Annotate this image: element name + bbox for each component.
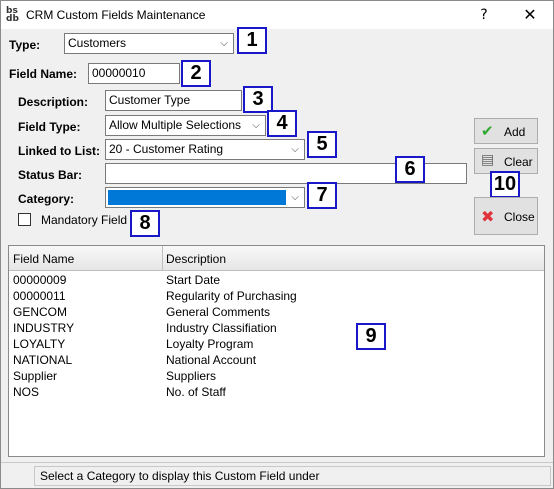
status-bar: Select a Category to display this Custom… <box>1 462 553 488</box>
linked-to-list-value: 20 - Customer Rating <box>109 142 224 156</box>
app-icon: bs db <box>6 6 19 24</box>
column-header-field-name[interactable]: Field Name <box>13 252 74 266</box>
description-label: Description: <box>18 95 89 109</box>
field-name-cell: 00000009 <box>13 273 67 287</box>
description-cell: Regularity of Purchasing <box>166 289 297 303</box>
grid-header: Field Name Description <box>9 246 544 271</box>
category-selection <box>108 190 286 205</box>
check-icon: ✔ <box>481 122 494 140</box>
help-button[interactable]: ? <box>461 1 507 29</box>
description-cell: General Comments <box>166 305 271 319</box>
custom-fields-grid[interactable]: Field Name Description 00000009 Start Da… <box>8 245 545 457</box>
close-button[interactable]: ✖ Close <box>474 197 538 235</box>
description-cell: Loyalty Program <box>166 337 254 351</box>
table-row[interactable]: 00000009 Start Date <box>9 272 544 288</box>
category-combo[interactable]: ⌵ <box>105 187 305 208</box>
window-title: CRM Custom Fields Maintenance <box>26 8 206 22</box>
description-cell: No. of Staff <box>166 385 226 399</box>
annotation-badge-10: 10 <box>490 171 520 198</box>
add-button-label: Add <box>504 125 526 139</box>
field-name-cell: NOS <box>13 385 40 399</box>
field-type-value: Allow Multiple Selections <box>109 118 242 132</box>
field-name-cell: NATIONAL <box>13 353 73 367</box>
close-icon: ✖ <box>481 207 495 226</box>
clear-icon: ▤ <box>481 152 495 168</box>
type-combo[interactable]: Customers ⌵ <box>64 33 234 54</box>
field-name-cell: GENCOM <box>13 305 67 319</box>
chevron-down-icon[interactable]: ⌵ <box>250 116 262 135</box>
description-cell: National Account <box>166 353 257 367</box>
type-label: Type: <box>9 38 41 52</box>
field-type-combo[interactable]: Allow Multiple Selections ⌵ <box>105 115 266 136</box>
annotation-badge-6: 6 <box>395 156 425 183</box>
field-name-cell: INDUSTRY <box>13 321 75 335</box>
table-row[interactable]: LOYALTY Loyalty Program <box>9 336 544 352</box>
crm-custom-fields-window: bs db CRM Custom Fields Maintenance ? ✕ T… <box>0 0 554 489</box>
chevron-down-icon[interactable]: ⌵ <box>218 34 230 53</box>
annotation-badge-8: 8 <box>130 210 160 237</box>
annotation-badge-9: 9 <box>356 323 386 350</box>
table-row[interactable]: Supplier Suppliers <box>9 368 544 384</box>
add-button[interactable]: ✔ Add <box>474 118 538 144</box>
mandatory-field-label[interactable]: Mandatory Field <box>41 213 127 227</box>
description-cell: Industry Classifiation <box>166 321 277 335</box>
description-cell: Suppliers <box>166 369 217 383</box>
field-name-label: Field Name: <box>9 67 78 81</box>
table-row[interactable]: NOS No. of Staff <box>9 384 544 400</box>
chevron-down-icon[interactable]: ⌵ <box>289 140 301 159</box>
column-header-description[interactable]: Description <box>166 252 226 266</box>
description-input[interactable]: Customer Type <box>105 90 242 111</box>
type-value: Customers <box>68 36 127 50</box>
field-name-input[interactable]: 00000010 <box>88 63 180 84</box>
table-row[interactable]: NATIONAL National Account <box>9 352 544 368</box>
clear-button-label: Clear <box>504 155 533 169</box>
title-bar: bs db CRM Custom Fields Maintenance ? ✕ <box>1 1 553 29</box>
table-row[interactable]: 00000011 Regularity of Purchasing <box>9 288 544 304</box>
close-button-label: Close <box>504 210 535 224</box>
field-type-label: Field Type: <box>18 120 81 134</box>
column-divider[interactable] <box>162 246 163 271</box>
description-cell: Start Date <box>166 273 221 287</box>
status-text: Select a Category to display this Custom… <box>34 466 551 486</box>
field-name-cell: 00000011 <box>13 289 66 303</box>
field-name-cell: LOYALTY <box>13 337 66 351</box>
mandatory-field-checkbox[interactable] <box>18 213 31 226</box>
annotation-badge-2: 2 <box>181 60 211 87</box>
field-name-cell: Supplier <box>13 369 58 383</box>
category-label: Category: <box>18 192 75 206</box>
linked-to-list-combo[interactable]: 20 - Customer Rating ⌵ <box>105 139 305 160</box>
window-close-button[interactable]: ✕ <box>507 1 553 29</box>
annotation-badge-4: 4 <box>267 110 297 137</box>
annotation-badge-1: 1 <box>237 27 267 54</box>
table-row[interactable]: GENCOM General Comments <box>9 304 544 320</box>
annotation-badge-7: 7 <box>307 182 337 209</box>
status-bar-label: Status Bar: <box>18 168 83 182</box>
annotation-badge-3: 3 <box>243 86 273 113</box>
table-row[interactable]: INDUSTRY Industry Classifiation <box>9 320 544 336</box>
annotation-badge-5: 5 <box>307 131 337 158</box>
linked-to-list-label: Linked to List: <box>18 144 100 158</box>
chevron-down-icon[interactable]: ⌵ <box>289 188 301 207</box>
